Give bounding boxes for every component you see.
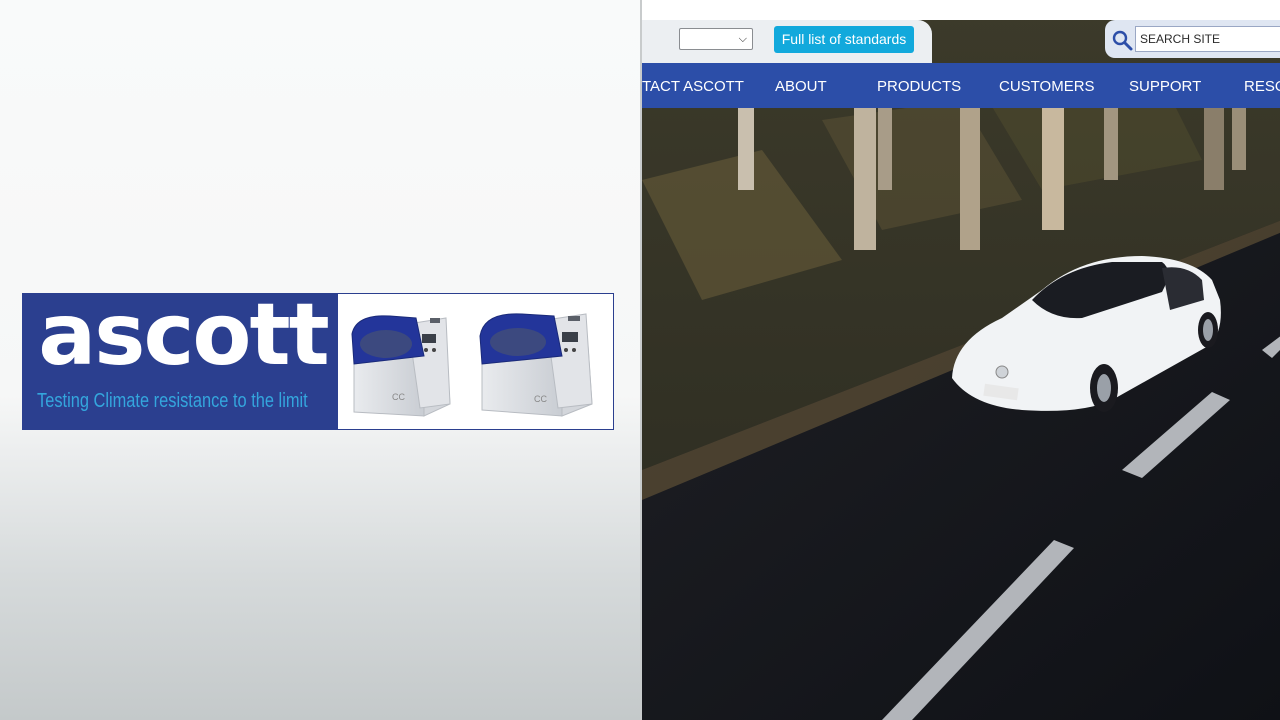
nav-item-resources[interactable]: RESOU [1244,63,1280,108]
test-chamber-image: CC [351,315,451,417]
search-icon[interactable] [1111,29,1133,51]
banner-logo-area: ascott Testing Climate resistance to the… [23,294,338,429]
top-bar [642,0,1280,20]
main-nav: TACT ASCOTT ABOUT PRODUCTS CUSTOMERS SUP… [642,63,1280,108]
standards-select[interactable]: ⌵ [679,28,753,50]
nav-item-support[interactable]: SUPPORT [1129,63,1201,108]
website-panel: ⌵ Full list of standards TACT ASCOTT ABO… [640,0,1280,720]
svg-text:CC: CC [534,394,547,404]
ascott-logo: ascott [38,293,330,385]
search-bar [1105,20,1280,58]
nav-item-customers[interactable]: CUSTOMERS [999,63,1095,108]
nav-item-about[interactable]: ABOUT [775,63,827,108]
banner-tagline: Testing Climate resistance to the limit [37,390,308,412]
full-list-of-standards-button[interactable]: Full list of standards [774,26,914,53]
test-chamber-image: CC [479,313,593,417]
chevron-down-icon: ⌵ [738,32,747,45]
nav-item-contact-ascott[interactable]: TACT ASCOTT [642,63,744,108]
svg-text:CC: CC [392,392,405,402]
search-input[interactable] [1135,26,1280,52]
ascott-banner: ascott Testing Climate resistance to the… [22,293,614,430]
left-panel: ascott Testing Climate resistance to the… [0,0,640,720]
nav-item-products[interactable]: PRODUCTS [877,63,961,108]
